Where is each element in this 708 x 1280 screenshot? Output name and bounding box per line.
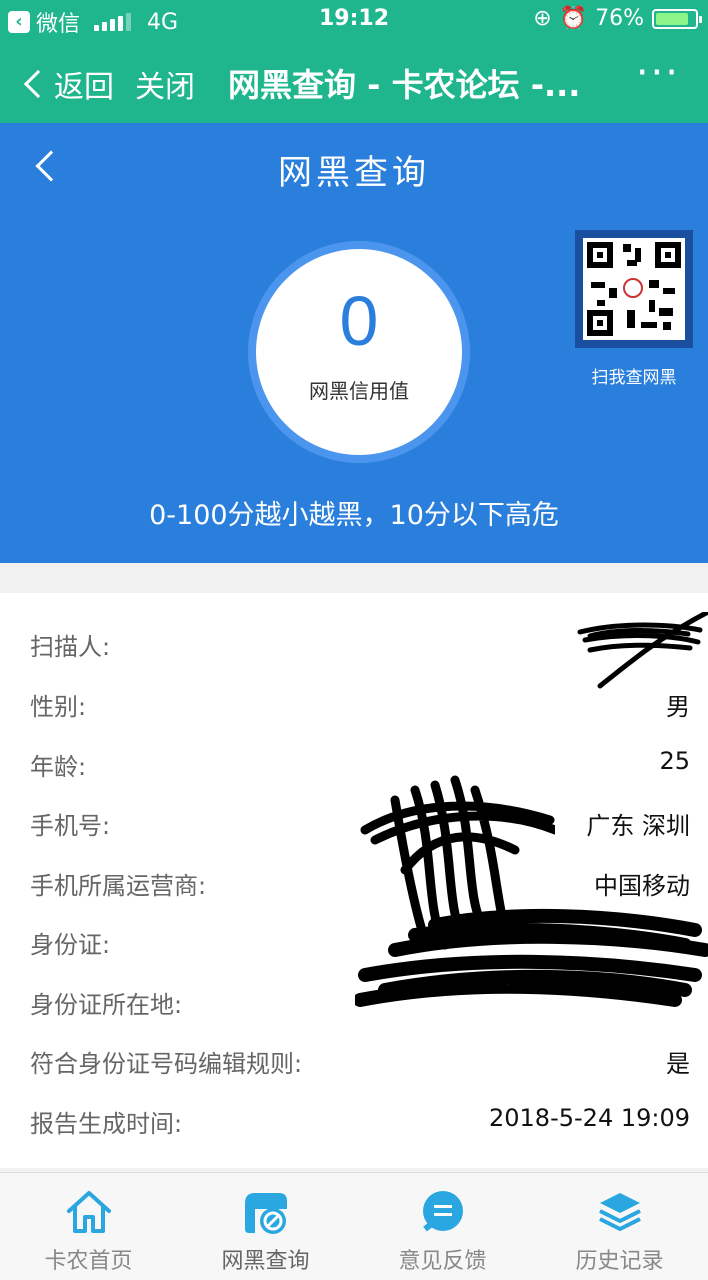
back-button[interactable]: 返回 [20,62,114,106]
qr-caption: 扫我查网黑 [591,368,677,388]
tab-label: 历史记录 [575,1249,664,1274]
row-label: 符合身份证号码编辑规则: [30,1050,303,1078]
row-label: 身份证: [30,931,111,959]
tab-home[interactable]: 卡农首页 [0,1173,177,1280]
rotation-lock-icon: ⊕ [533,6,552,31]
tab-history[interactable]: 历史记录 [531,1173,708,1280]
row-id-valid: 符合身份证号码编辑规则: 是 [0,1038,708,1078]
page-title: 网黑查询 - 卡农论坛 -... [228,66,581,104]
tab-feedback[interactable]: 意见反馈 [354,1173,531,1280]
qr-logo-icon [623,278,643,298]
tab-label: 网黑查询 [221,1249,310,1274]
wechat-nav-bar: 返回 关闭 网黑查询 - 卡农论坛 -... ··· [0,40,708,123]
score-ring: 0 网黑信用值 [248,241,470,463]
row-value: 25 [659,747,690,775]
tab-label: 卡农首页 [44,1249,133,1274]
row-phone: 手机号: 广东 深圳 [0,800,708,840]
row-carrier: 手机所属运营商: 中国移动 [0,860,708,900]
blacklist-query-icon [244,1193,287,1234]
row-label: 身份证所在地: [30,991,183,1019]
row-value: 男 [666,693,690,721]
row-id-location: 身份证所在地: [0,979,708,1019]
qr-code-image [583,238,685,340]
score-label: 网黑信用值 [309,379,409,403]
qr-code[interactable] [575,230,693,348]
row-gender: 性别: 男 [0,681,708,721]
more-menu-icon[interactable]: ··· [636,50,680,96]
row-label: 年龄: [30,753,87,781]
score-circle: 0 网黑信用值 [256,249,462,455]
row-value: 中国移动 [594,872,690,900]
back-label: 返回 [54,70,114,105]
row-label: 手机所属运营商: [30,872,207,900]
row-label: 手机号: [30,812,111,840]
score-hero: 网黑查询 0 网黑信用值 扫我查网黑 0-100分越小越黑，10分以下高危 [0,123,708,563]
row-label: 报告生成时间: [30,1110,183,1138]
row-label: 扫描人: [30,633,111,661]
row-id-card: 身份证: [0,919,708,959]
row-value: 是 [666,1050,690,1078]
tab-label: 意见反馈 [398,1249,487,1274]
chevron-left-icon [23,69,53,99]
row-value: 广东 深圳 [586,812,690,840]
feedback-icon [422,1191,463,1232]
status-right: ⊕ ⏰ 76% [533,6,702,31]
bottom-tab-bar: 卡农首页 网黑查询 意见反馈 历史记录 [0,1172,708,1280]
report-info: 扫描人: 性别: 男 年龄: 25 手机号: 广东 深圳 手机所属运营商: 中国… [0,593,708,1168]
alarm-icon: ⏰ [559,6,588,31]
battery-icon [652,8,702,29]
row-label: 性别: [30,693,87,721]
status-bar: ‹ 微信 4G 19:12 ⊕ ⏰ 76% [0,0,708,40]
row-age: 年龄: 25 [0,741,708,781]
close-button[interactable]: 关闭 [135,62,195,106]
row-report-time: 报告生成时间: 2018-5-24 19:09 [0,1098,708,1138]
score-value: 0 [339,282,379,360]
score-hint: 0-100分越小越黑，10分以下高危 [149,500,559,531]
row-scanner: 扫描人: [0,621,708,661]
battery-percent: 76% [595,6,644,31]
history-layers-icon [598,1193,641,1231]
tab-blacklist-query[interactable]: 网黑查询 [177,1173,354,1280]
row-value: 2018-5-24 19:09 [489,1104,690,1132]
hero-title: 网黑查询 [278,153,430,193]
home-icon [66,1191,111,1233]
